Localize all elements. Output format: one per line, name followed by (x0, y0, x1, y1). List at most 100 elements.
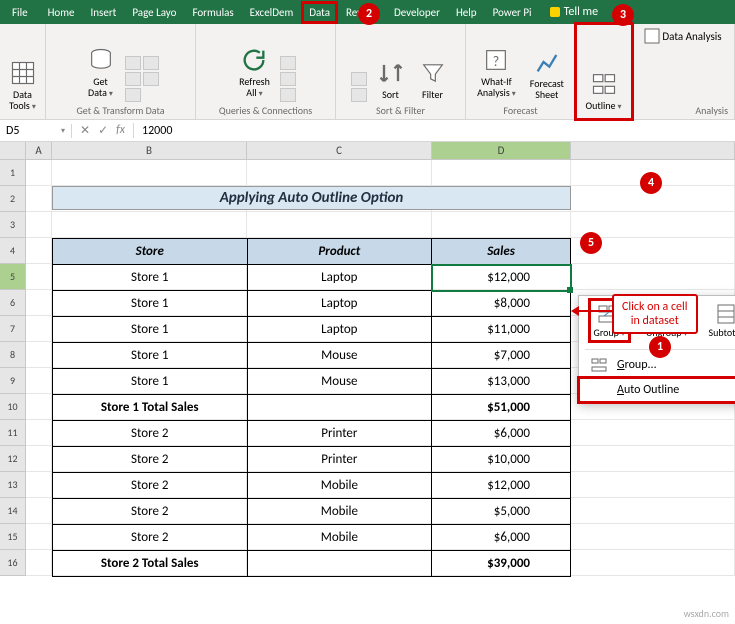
col-rest[interactable] (571, 142, 735, 159)
cell[interactable] (571, 524, 735, 550)
cell-product[interactable] (247, 395, 432, 421)
cell-sales[interactable]: $8,000 (432, 291, 571, 317)
cell-store[interactable]: Store 1 Total Sales (53, 395, 248, 421)
name-box[interactable]: D5▾ (0, 124, 72, 138)
edit-links-icon[interactable] (280, 88, 296, 102)
cell-sales[interactable]: $39,000 (432, 551, 571, 577)
cell[interactable] (26, 264, 52, 290)
tab-insert[interactable]: Insert (85, 3, 123, 22)
tab-data[interactable]: Data (303, 3, 336, 22)
cell[interactable] (26, 160, 52, 186)
row-header[interactable]: 9 (0, 368, 26, 394)
cell-product[interactable]: Printer (247, 447, 432, 473)
from-text-icon[interactable] (125, 56, 141, 70)
selection-handle[interactable] (567, 287, 573, 293)
enter-icon[interactable]: ✓ (98, 123, 108, 138)
cell[interactable] (26, 550, 52, 576)
row-header[interactable]: 1 (0, 160, 26, 186)
cell-sales[interactable]: $5,000 (432, 499, 571, 525)
what-if-button[interactable]: ? What-If Analysis (473, 44, 520, 102)
cell[interactable] (26, 498, 52, 524)
cell-sales[interactable]: $7,000 (432, 343, 571, 369)
get-data-button[interactable]: Get Data (83, 44, 119, 102)
col-C[interactable]: C (247, 142, 432, 159)
cell-store[interactable]: Store 1 (53, 265, 248, 291)
cell-store[interactable]: Store 1 (53, 291, 248, 317)
cell-sales[interactable]: $6,000 (432, 421, 571, 447)
row-header[interactable]: 16 (0, 550, 26, 576)
row-header[interactable]: 7 (0, 316, 26, 342)
formula-input[interactable]: 12000 (134, 124, 735, 138)
cell[interactable] (571, 550, 735, 576)
outline-button[interactable]: Outline (581, 68, 625, 115)
data-tools-button[interactable]: Data Tools (5, 57, 41, 115)
cell[interactable] (571, 498, 735, 524)
row-header[interactable]: 8 (0, 342, 26, 368)
row-header[interactable]: 12 (0, 446, 26, 472)
cell-store[interactable]: Store 2 (53, 447, 248, 473)
cell[interactable] (26, 420, 52, 446)
cell-product[interactable]: Laptop (247, 317, 432, 343)
tab-home[interactable]: Home (42, 3, 81, 22)
existing-conn-icon[interactable] (125, 88, 141, 102)
sort-button[interactable]: Sort (373, 57, 409, 102)
cell[interactable] (571, 446, 735, 472)
col-A[interactable]: A (26, 142, 52, 159)
row-header[interactable]: 10 (0, 394, 26, 420)
cell-sales[interactable]: $10,000 (432, 447, 571, 473)
menu-auto-outline[interactable]: Auto Outline (579, 378, 735, 402)
cell[interactable] (247, 160, 432, 186)
sort-za-icon[interactable] (351, 88, 367, 102)
cell[interactable] (247, 212, 432, 238)
cell-store[interactable]: Store 2 (53, 473, 248, 499)
row-header[interactable]: 11 (0, 420, 26, 446)
cell-store[interactable]: Store 2 (53, 499, 248, 525)
cell-product[interactable]: Mobile (247, 525, 432, 551)
sort-az-icon[interactable] (351, 72, 367, 86)
tab-power-pivot[interactable]: Power Pi (487, 3, 538, 22)
row-header[interactable]: 13 (0, 472, 26, 498)
cell-store[interactable]: Store 1 (53, 317, 248, 343)
tab-exceldemy[interactable]: ExcelDem (244, 3, 300, 22)
cancel-icon[interactable]: ✕ (80, 123, 90, 138)
cell[interactable] (26, 524, 52, 550)
refresh-all-button[interactable]: Refresh All (235, 44, 274, 102)
cell-sales[interactable]: $12,000 (432, 473, 571, 499)
cell-sales[interactable]: $51,000 (432, 395, 571, 421)
cell-store[interactable]: Store 2 Total Sales (53, 551, 248, 577)
subtotal-button[interactable]: Subtotal (705, 300, 735, 341)
forecast-sheet-button[interactable]: Forecast Sheet (526, 46, 568, 102)
cell-product[interactable]: Laptop (247, 265, 432, 291)
cell[interactable] (26, 472, 52, 498)
col-B[interactable]: B (52, 142, 247, 159)
tab-developer[interactable]: Developer (388, 3, 446, 22)
filter-button[interactable]: Filter (415, 57, 451, 102)
properties-icon[interactable] (280, 72, 296, 86)
cell-store[interactable]: Store 1 (53, 369, 248, 395)
cell[interactable] (26, 290, 52, 316)
cell[interactable] (26, 446, 52, 472)
cell-sales[interactable]: $12,000 (432, 265, 571, 291)
cell[interactable] (52, 212, 247, 238)
row-header[interactable]: 14 (0, 498, 26, 524)
col-D[interactable]: D (432, 142, 571, 159)
tell-me[interactable]: Tell me (550, 5, 599, 19)
tab-page-layout[interactable]: Page Layo (126, 3, 182, 22)
worksheet-grid[interactable]: 12345678910111213141516 Applying Auto Ou… (0, 160, 735, 620)
row-header[interactable]: 3 (0, 212, 26, 238)
cell-store[interactable]: Store 2 (53, 525, 248, 551)
cell[interactable] (432, 160, 571, 186)
row-header[interactable]: 15 (0, 524, 26, 550)
cell-product[interactable]: Mouse (247, 369, 432, 395)
cell-sales[interactable]: $6,000 (432, 525, 571, 551)
cell[interactable] (26, 316, 52, 342)
cell-product[interactable]: Mouse (247, 343, 432, 369)
recent-sources-icon[interactable] (143, 72, 159, 86)
cell-product[interactable]: Laptop (247, 291, 432, 317)
tab-help[interactable]: Help (450, 3, 483, 22)
cell-product[interactable] (247, 551, 432, 577)
row-header[interactable]: 4 (0, 238, 26, 264)
cell-product[interactable]: Printer (247, 421, 432, 447)
cell[interactable] (52, 160, 247, 186)
cell-product[interactable]: Mobile (247, 473, 432, 499)
